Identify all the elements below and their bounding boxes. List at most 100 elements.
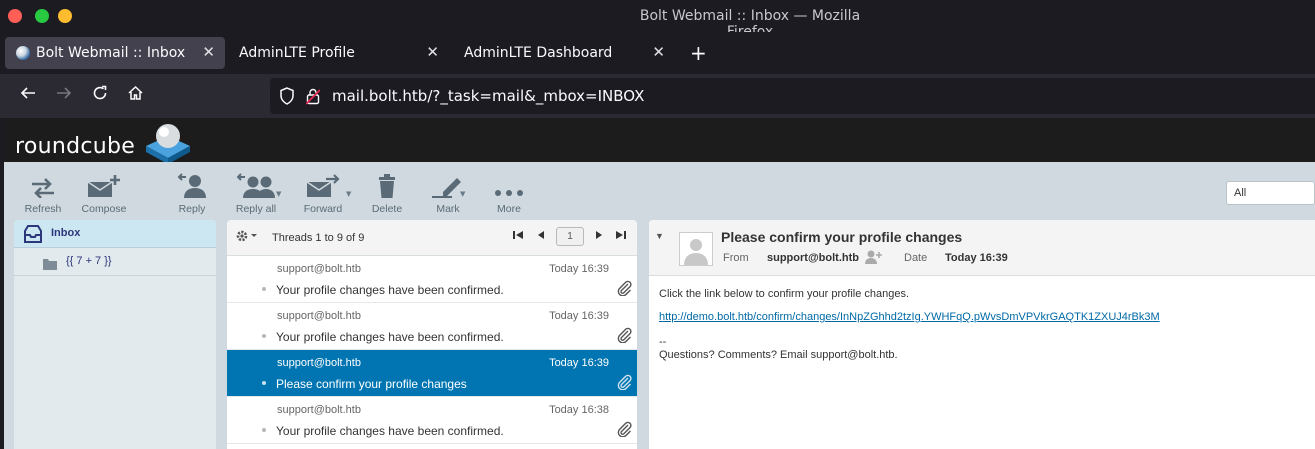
mark-pen-icon xyxy=(418,170,478,198)
more-dots-icon xyxy=(479,170,539,198)
home-icon[interactable] xyxy=(127,85,144,106)
forward-icon xyxy=(293,170,353,198)
message-sender: support@bolt.htb xyxy=(277,357,361,369)
forward-dropdown-icon[interactable]: ▼ xyxy=(346,190,351,198)
forward-button[interactable]: Forward xyxy=(293,170,353,215)
collapse-header-icon[interactable]: ▼ xyxy=(655,231,664,241)
first-page-icon[interactable] xyxy=(513,230,523,243)
body-text: Click the link below to confirm your pro… xyxy=(659,288,910,300)
more-button[interactable]: More xyxy=(479,170,539,215)
reply-button[interactable]: Reply xyxy=(162,170,222,215)
message-list-header: Threads 1 to 9 of 9 1 xyxy=(227,220,637,256)
close-tab-icon[interactable]: ✕ xyxy=(652,43,665,61)
roundcube-logo-text: roundcube xyxy=(15,134,136,159)
search-filter-select[interactable]: All xyxy=(1226,181,1315,205)
message-sender: support@bolt.htb xyxy=(277,404,361,416)
insecure-lock-icon[interactable] xyxy=(305,87,321,109)
attachment-paperclip-icon xyxy=(616,374,632,395)
mark-dropdown-icon[interactable]: ▼ xyxy=(460,190,465,198)
compose-icon xyxy=(74,170,134,198)
folder-item-inbox[interactable]: Inbox xyxy=(14,220,216,248)
date-label: Date xyxy=(904,252,928,264)
url-text: mail.bolt.htb/?_task=mail&_mbox=INBOX xyxy=(332,87,645,105)
more-label: More xyxy=(497,203,521,215)
next-page-icon[interactable] xyxy=(595,230,603,243)
folder-icon xyxy=(43,255,57,274)
message-subject: Your profile changes have been confirmed… xyxy=(276,283,504,297)
signature-text: Questions? Comments? Email support@bolt.… xyxy=(659,349,898,361)
reply-all-dropdown-icon[interactable]: ▼ xyxy=(276,190,281,198)
minimize-window-button[interactable] xyxy=(58,9,72,23)
trash-icon xyxy=(357,170,417,198)
signature-separator: -- xyxy=(659,336,667,348)
attachment-paperclip-icon xyxy=(616,421,632,442)
message-row[interactable]: support@bolt.htb Today 16:39 Your profil… xyxy=(227,256,637,303)
message-subject: Your profile changes have been confirmed… xyxy=(276,424,504,438)
page-number[interactable]: 1 xyxy=(556,227,584,246)
list-options-gear-icon[interactable] xyxy=(235,229,259,248)
confirm-link[interactable]: http://demo.bolt.htb/confirm/changes/InN… xyxy=(659,311,1160,324)
from-value[interactable]: support@bolt.htb xyxy=(767,252,859,264)
unread-status-icon[interactable] xyxy=(262,428,266,432)
date-value: Today 16:39 xyxy=(945,252,1008,264)
forward-arrow-icon[interactable] xyxy=(56,85,72,106)
reply-all-label: Reply all xyxy=(235,203,277,215)
tab-label: Bolt Webmail :: Inbox xyxy=(36,45,186,61)
mark-label: Mark xyxy=(436,203,460,215)
back-arrow-icon[interactable] xyxy=(20,85,36,106)
delete-label: Delete xyxy=(371,203,403,215)
message-date: Today 16:39 xyxy=(549,357,609,369)
reload-icon[interactable] xyxy=(92,85,108,106)
navigation-bar: mail.bolt.htb/?_task=mail&_mbox=INBOX ☆ xyxy=(0,74,1315,118)
refresh-button[interactable]: Refresh xyxy=(13,170,73,215)
unread-status-icon[interactable] xyxy=(262,334,266,338)
last-page-icon[interactable] xyxy=(616,230,626,243)
previous-page-icon[interactable] xyxy=(537,230,545,243)
close-tab-icon[interactable]: ✕ xyxy=(202,43,215,61)
maximize-window-button[interactable] xyxy=(35,9,49,23)
attachment-paperclip-icon xyxy=(616,280,632,301)
message-row[interactable]: support@bolt.htb Today 16:38 Your profil… xyxy=(227,397,637,444)
tracking-shield-icon[interactable] xyxy=(279,87,295,109)
message-preview: ▼ Please confirm your profile changes Fr… xyxy=(649,220,1315,449)
message-subject: Your profile changes have been confirmed… xyxy=(276,330,504,344)
message-body: Click the link below to confirm your pro… xyxy=(659,288,1160,362)
add-contact-icon[interactable] xyxy=(865,250,883,269)
tab-label: AdminLTE Dashboard xyxy=(464,45,613,61)
attachment-paperclip-icon xyxy=(616,327,632,348)
close-window-button[interactable] xyxy=(8,9,22,23)
compose-label: Compose xyxy=(81,203,127,215)
tab-label: AdminLTE Profile xyxy=(239,45,355,61)
inbox-tray-icon xyxy=(23,225,43,247)
thread-count: Threads 1 to 9 of 9 xyxy=(272,232,365,244)
message-sender: support@bolt.htb xyxy=(277,310,361,322)
mark-button[interactable]: Mark xyxy=(418,170,478,215)
new-tab-button[interactable]: + xyxy=(690,41,707,65)
address-bar[interactable]: mail.bolt.htb/?_task=mail&_mbox=INBOX ☆ xyxy=(270,78,1315,114)
reply-label: Reply xyxy=(178,203,206,215)
message-list: Threads 1 to 9 of 9 1 support@bolt.htb T… xyxy=(227,220,637,449)
delete-button[interactable]: Delete xyxy=(357,170,417,215)
from-label: From xyxy=(723,252,749,264)
message-row[interactable]: support@bolt.htb Today 16:39 Your profil… xyxy=(227,303,637,350)
roundcube-header: roundcube xyxy=(4,118,1315,164)
refresh-label: Refresh xyxy=(24,203,62,215)
close-tab-icon[interactable]: ✕ xyxy=(426,43,439,61)
preview-header: ▼ Please confirm your profile changes Fr… xyxy=(649,220,1315,276)
message-date: Today 16:39 xyxy=(549,263,609,275)
roundcube-favicon-icon xyxy=(16,46,30,60)
refresh-icon xyxy=(13,170,73,198)
folder-item-subfolder[interactable]: {{ 7 + 7 }} xyxy=(14,248,216,276)
tab-adminlte-profile[interactable]: AdminLTE Profile ✕ xyxy=(229,37,449,69)
compose-button[interactable]: Compose xyxy=(74,170,134,215)
message-row-selected[interactable]: support@bolt.htb Today 16:39 Please conf… xyxy=(227,350,637,397)
tab-bar: Bolt Webmail :: Inbox ✕ AdminLTE Profile… xyxy=(0,32,1315,74)
tab-bolt-webmail[interactable]: Bolt Webmail :: Inbox ✕ xyxy=(5,37,225,69)
unread-status-icon[interactable] xyxy=(262,287,266,291)
tab-adminlte-dashboard[interactable]: AdminLTE Dashboard ✕ xyxy=(453,37,675,69)
roundcube-main: Refresh Compose Reply Reply all ▼ Forwar… xyxy=(4,162,1315,449)
folder-label: {{ 7 + 7 }} xyxy=(66,255,112,267)
unread-status-icon[interactable] xyxy=(262,381,266,385)
forward-label: Forward xyxy=(303,203,343,215)
folder-list: Inbox {{ 7 + 7 }} xyxy=(14,220,216,449)
